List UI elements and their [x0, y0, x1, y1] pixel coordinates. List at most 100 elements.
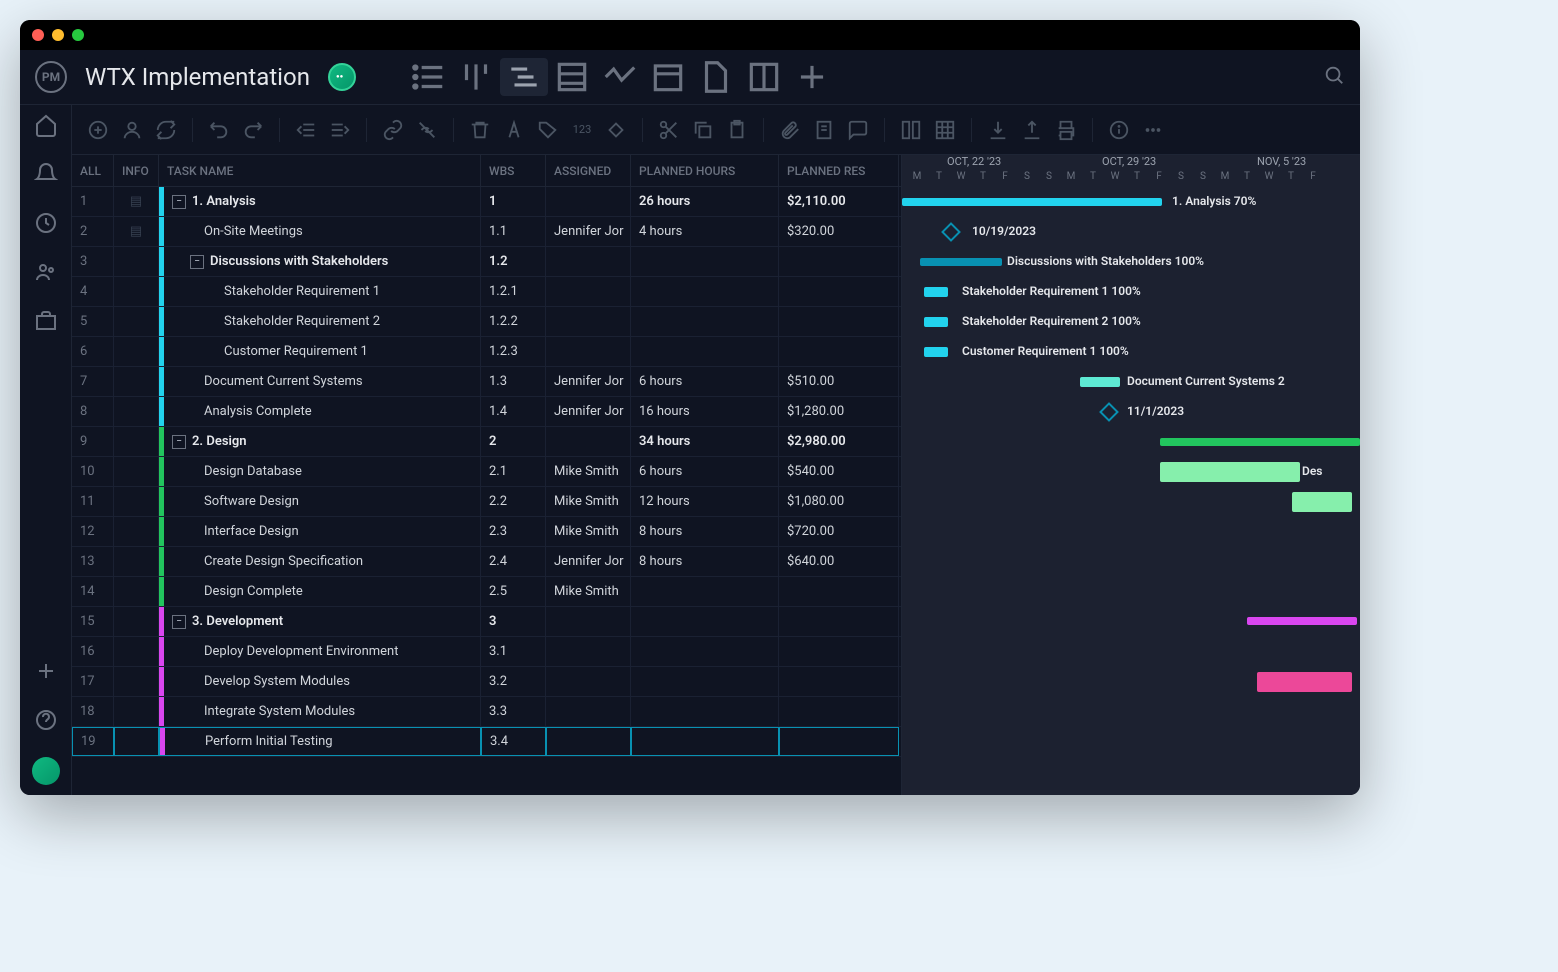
- maximize-button[interactable]: [72, 29, 84, 41]
- planned-hours-cell[interactable]: 4 hours: [631, 217, 779, 246]
- planned-res-cell[interactable]: [779, 667, 899, 696]
- planned-res-cell[interactable]: [779, 247, 899, 276]
- undo-icon[interactable]: [208, 119, 230, 141]
- columns-icon[interactable]: [900, 119, 922, 141]
- planned-res-cell[interactable]: [779, 607, 899, 636]
- task-row[interactable]: 17Develop System Modules3.2: [72, 667, 901, 697]
- unlink-icon[interactable]: [416, 119, 438, 141]
- task-name-cell[interactable]: Design Complete: [159, 577, 481, 606]
- planned-res-cell[interactable]: $320.00: [779, 217, 899, 246]
- wbs-cell[interactable]: 1.2: [481, 247, 546, 276]
- task-name-cell[interactable]: −2. Design: [159, 427, 481, 456]
- wbs-cell[interactable]: 3.4: [481, 727, 546, 756]
- wbs-cell[interactable]: 3.1: [481, 637, 546, 666]
- assigned-cell[interactable]: [546, 637, 631, 666]
- wbs-cell[interactable]: 1.2.1: [481, 277, 546, 306]
- task-row[interactable]: 15−3. Development3: [72, 607, 901, 637]
- assigned-cell[interactable]: [546, 607, 631, 636]
- assigned-cell[interactable]: [546, 427, 631, 456]
- comment-icon[interactable]: [847, 119, 869, 141]
- assigned-cell[interactable]: Mike Smith: [546, 517, 631, 546]
- task-row[interactable]: 5Stakeholder Requirement 21.2.2: [72, 307, 901, 337]
- assigned-cell[interactable]: [546, 247, 631, 276]
- task-name-cell[interactable]: Integrate System Modules: [159, 697, 481, 726]
- task-row[interactable]: 11Software Design2.2Mike Smith12 hours$1…: [72, 487, 901, 517]
- planned-res-cell[interactable]: $640.00: [779, 547, 899, 576]
- list-view-icon[interactable]: [404, 58, 452, 96]
- planned-res-cell[interactable]: $2,110.00: [779, 187, 899, 216]
- task-row[interactable]: 14Design Complete2.5Mike Smith: [72, 577, 901, 607]
- planned-hours-cell[interactable]: 6 hours: [631, 457, 779, 486]
- assigned-cell[interactable]: Jennifer Jor: [546, 547, 631, 576]
- attach-icon[interactable]: [779, 119, 801, 141]
- sheet-view-icon[interactable]: [548, 58, 596, 96]
- planned-res-cell[interactable]: [779, 337, 899, 366]
- assigned-cell[interactable]: [546, 307, 631, 336]
- assigned-cell[interactable]: [546, 337, 631, 366]
- task-row[interactable]: 2▤On-Site Meetings1.1Jennifer Jor4 hours…: [72, 217, 901, 247]
- task-name-cell[interactable]: Software Design: [159, 487, 481, 516]
- assigned-cell[interactable]: Mike Smith: [546, 487, 631, 516]
- planned-res-cell[interactable]: $2,980.00: [779, 427, 899, 456]
- planned-hours-cell[interactable]: [631, 667, 779, 696]
- assigned-cell[interactable]: Jennifer Jor: [546, 217, 631, 246]
- wbs-cell[interactable]: 1: [481, 187, 546, 216]
- assigned-cell[interactable]: Mike Smith: [546, 577, 631, 606]
- link-icon[interactable]: [382, 119, 404, 141]
- gantt-bar[interactable]: [924, 287, 948, 297]
- close-button[interactable]: [32, 29, 44, 41]
- milestone-diamond[interactable]: [1099, 402, 1119, 422]
- task-name-cell[interactable]: −3. Development: [159, 607, 481, 636]
- planned-hours-cell[interactable]: [631, 607, 779, 636]
- collapse-toggle[interactable]: −: [172, 615, 186, 629]
- assigned-cell[interactable]: [546, 697, 631, 726]
- task-name-cell[interactable]: On-Site Meetings: [159, 217, 481, 246]
- planned-hours-cell[interactable]: [631, 697, 779, 726]
- help-icon[interactable]: [34, 708, 58, 732]
- planned-hours-cell[interactable]: [631, 337, 779, 366]
- wbs-cell[interactable]: 3.3: [481, 697, 546, 726]
- task-name-cell[interactable]: Stakeholder Requirement 1: [159, 277, 481, 306]
- planned-hours-cell[interactable]: [631, 277, 779, 306]
- planned-hours-cell[interactable]: [631, 577, 779, 606]
- task-name-cell[interactable]: Perform Initial Testing: [159, 727, 481, 756]
- planned-res-cell[interactable]: [779, 697, 899, 726]
- gantt-bar[interactable]: [920, 258, 1002, 266]
- wbs-cell[interactable]: 1.1: [481, 217, 546, 246]
- planned-res-cell[interactable]: $510.00: [779, 367, 899, 396]
- print-icon[interactable]: [1055, 119, 1077, 141]
- wbs-cell[interactable]: 3: [481, 607, 546, 636]
- col-header-assigned[interactable]: ASSIGNED: [546, 155, 631, 186]
- task-row[interactable]: 16Deploy Development Environment3.1: [72, 637, 901, 667]
- indent-icon[interactable]: [329, 119, 351, 141]
- planned-hours-cell[interactable]: 8 hours: [631, 517, 779, 546]
- home-icon[interactable]: [34, 113, 58, 137]
- collapse-toggle[interactable]: −: [172, 195, 186, 209]
- task-name-cell[interactable]: −1. Analysis: [159, 187, 481, 216]
- search-icon[interactable]: [1323, 64, 1345, 90]
- grid-icon[interactable]: [934, 119, 956, 141]
- info-icon[interactable]: [1108, 119, 1130, 141]
- app-logo[interactable]: PM: [35, 61, 67, 93]
- planned-res-cell[interactable]: $1,280.00: [779, 397, 899, 426]
- planned-hours-cell[interactable]: [631, 727, 779, 756]
- task-row[interactable]: 12Interface Design2.3Mike Smith8 hours$7…: [72, 517, 901, 547]
- collapse-toggle[interactable]: −: [172, 435, 186, 449]
- wbs-cell[interactable]: 3.2: [481, 667, 546, 696]
- gantt-chart[interactable]: OCT, 22 '23OCT, 29 '23NOV, 5 '23 MTWTFSS…: [902, 155, 1360, 795]
- gantt-bar[interactable]: [924, 317, 948, 327]
- milestone-icon[interactable]: [605, 119, 627, 141]
- col-header-all[interactable]: ALL: [72, 155, 114, 186]
- planned-res-cell[interactable]: [779, 727, 899, 756]
- wbs-cell[interactable]: 1.2.2: [481, 307, 546, 336]
- task-name-cell[interactable]: Stakeholder Requirement 2: [159, 307, 481, 336]
- planned-hours-cell[interactable]: 34 hours: [631, 427, 779, 456]
- assigned-cell[interactable]: [546, 187, 631, 216]
- workload-view-icon[interactable]: [596, 58, 644, 96]
- time-icon[interactable]: [34, 211, 58, 235]
- gantt-bar[interactable]: [924, 347, 948, 357]
- add-task-icon[interactable]: [87, 119, 109, 141]
- import-icon[interactable]: [987, 119, 1009, 141]
- planned-hours-cell[interactable]: [631, 307, 779, 336]
- gantt-bar[interactable]: [902, 198, 1162, 206]
